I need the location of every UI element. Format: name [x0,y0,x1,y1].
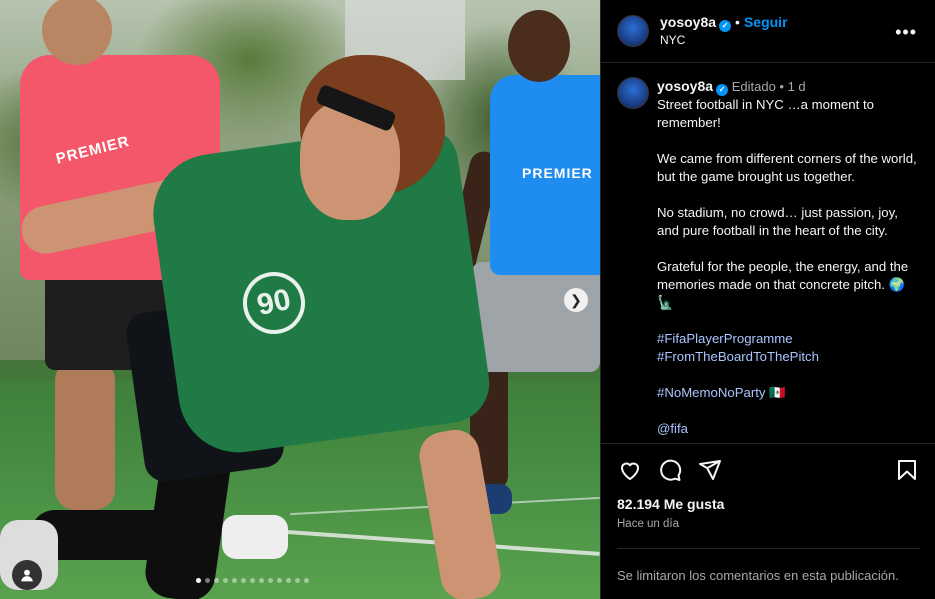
caption-spacer [657,312,919,330]
follow-button[interactable]: Seguir [744,14,788,30]
caption-spacer [657,186,919,204]
player-blue-shirt-text: PREMIER [522,165,593,181]
caption-paragraph: Street football in NYC …a moment to reme… [657,97,878,130]
mention-link[interactable]: @fifa [657,420,919,438]
author-avatar[interactable] [617,15,649,47]
caption-paragraph: Grateful for the people, the energy, and… [657,259,912,310]
carousel-dot [250,578,255,583]
caption-area: yosoy8a ✓ Editado • 1 d Street football i… [601,63,935,443]
caption-paragraph: No stadium, no crowd… just passion, joy,… [657,205,902,238]
user-tag-icon [21,569,33,582]
comment-icon [660,459,682,481]
share-button[interactable] [697,457,723,483]
player-shoe [222,515,288,559]
carousel-dot [286,578,291,583]
comments-restricted-notice: Se limitaron los comentarios en esta pub… [617,568,899,583]
likes-count[interactable]: 82.194 Me gusta [617,496,920,512]
player-red-leg [55,360,115,510]
caption-author-avatar[interactable] [617,77,649,109]
carousel-dot [232,578,237,583]
bookmark-icon [898,460,916,480]
hashtag-link[interactable]: #FromTheBoardToThePitch [657,348,919,366]
post-age[interactable]: 1 d [788,79,806,94]
post-header: yosoy8a ✓ • Seguir NYC ••• [601,0,935,63]
carousel-dot [304,578,309,583]
player-blue-head [508,10,570,82]
save-button[interactable] [894,457,920,483]
more-options-button[interactable]: ••• [895,22,917,43]
post-media[interactable]: PREMIER PREMIER 90 ❯ [0,0,600,599]
post-actions: 82.194 Me gusta Hace un día [601,443,935,530]
hashtag-link[interactable]: #NoMemoNoParty 🇲🇽 [657,384,919,402]
carousel-dot [223,578,228,583]
carousel-dot [277,578,282,583]
post-location[interactable]: NYC [660,32,788,49]
separator-dot: • [735,13,740,30]
carousel-dot [205,578,210,583]
carousel-dot [196,578,201,583]
like-button[interactable] [617,457,643,483]
verified-badge-icon: ✓ [719,19,732,32]
carousel-indicator [196,578,309,583]
caption-text: Street football in NYC …a moment to reme… [657,96,919,330]
verified-badge-icon: ✓ [716,84,729,96]
comment-button[interactable] [657,457,683,483]
carousel-dot [268,578,273,583]
separator-dot: • [775,79,788,94]
heart-icon [621,462,639,480]
post-caption: yosoy8a ✓ Editado • 1 d Street football i… [657,77,919,443]
caption-spacer [657,240,919,258]
carousel-dot [214,578,219,583]
carousel-dot [241,578,246,583]
more-horizontal-icon: ••• [895,22,917,42]
post-side-panel: yosoy8a ✓ • Seguir NYC ••• yosoy8a ✓ Editado… [600,0,935,599]
post-timestamp[interactable]: Hace un día [617,518,920,530]
author-username[interactable]: yosoy8a [660,14,716,30]
player-blue-shorts [472,262,600,372]
caption-username[interactable]: yosoy8a [657,78,713,94]
carousel-dot [295,578,300,583]
caption-paragraph: We came from different corners of the wo… [657,151,921,184]
chevron-right-icon: ❯ [570,292,582,308]
caption-spacer [657,132,919,150]
divider [617,548,920,549]
edited-label: Editado [731,79,776,94]
send-icon [699,460,721,480]
action-icons [617,456,920,484]
carousel-next-button[interactable]: ❯ [564,288,588,312]
carousel-dot [259,578,264,583]
tagged-users-button[interactable] [12,560,42,590]
hashtag-link[interactable]: #FifaPlayerProgramme [657,330,919,348]
